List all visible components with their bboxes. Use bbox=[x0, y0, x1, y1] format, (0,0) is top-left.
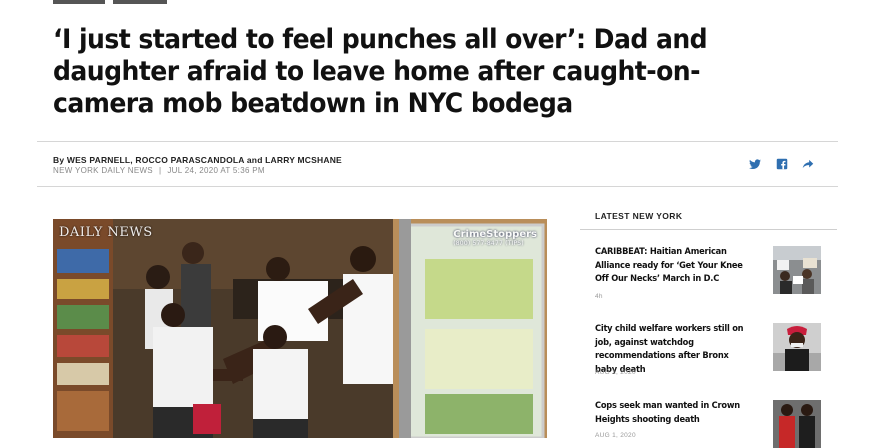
suspect-photo-thumbnail bbox=[773, 400, 821, 448]
story-thumbnail[interactable] bbox=[773, 400, 821, 448]
crimestoppers-label: CrimeStoppers bbox=[453, 229, 537, 240]
daily-news-watermark: DAILY NEWS bbox=[59, 225, 153, 240]
sidebar-title: LATEST NEW YORK bbox=[595, 211, 683, 221]
article-meta: NEW YORK DAILY NEWS | JUL 24, 2020 AT 5:36… bbox=[53, 166, 265, 175]
share-button[interactable] bbox=[801, 157, 817, 173]
story-thumbnail[interactable] bbox=[773, 323, 821, 371]
protester-photo-thumbnail bbox=[773, 323, 821, 371]
facebook-share-button[interactable] bbox=[775, 157, 791, 173]
story-thumbnail[interactable] bbox=[773, 246, 821, 294]
sidebar-story[interactable]: CARIBBEAT: Haitian American Alliance rea… bbox=[595, 246, 839, 306]
article-headline: ‘I just started to feel punches all over… bbox=[53, 24, 708, 119]
byline-prefix: By bbox=[53, 155, 65, 165]
sidebar-story[interactable]: Cops seek man wanted in Crown Heights sh… bbox=[595, 400, 839, 448]
publication-name: NEW YORK DAILY NEWS bbox=[53, 166, 153, 175]
facebook-icon bbox=[776, 158, 788, 170]
crimestoppers-logo: CrimeStoppers (800) 577-8477 (TIPS) bbox=[453, 229, 537, 247]
byline-and: and bbox=[246, 155, 263, 165]
article-hero-image[interactable]: DAILY NEWS CrimeStoppers (800) 577-8477 … bbox=[53, 219, 547, 438]
story-date: AUG 1, 2020 bbox=[595, 369, 636, 376]
crimestoppers-phone: (800) 577-8477 (TIPS) bbox=[453, 240, 524, 247]
top-nav-tab[interactable] bbox=[113, 0, 167, 4]
publish-date: JUL 24, 2020 AT 5:36 PM bbox=[167, 166, 265, 175]
divider bbox=[37, 141, 838, 142]
bodega-fight-video-still bbox=[53, 219, 547, 438]
story-headline-link[interactable]: Cops seek man wanted in Crown Heights sh… bbox=[595, 400, 750, 427]
author-link[interactable]: WES PARNELL bbox=[67, 155, 130, 165]
byline: By WES PARNELL, ROCCO PARASCANDOLA and L… bbox=[53, 155, 342, 165]
sidebar-divider bbox=[580, 229, 837, 230]
twitter-icon bbox=[749, 159, 761, 170]
march-photo-thumbnail bbox=[773, 246, 821, 294]
twitter-share-button[interactable] bbox=[748, 157, 764, 173]
story-date: 4h bbox=[595, 293, 603, 300]
author-link[interactable]: ROCCO PARASCANDOLA bbox=[135, 155, 244, 165]
story-headline-link[interactable]: CARIBBEAT: Haitian American Alliance rea… bbox=[595, 246, 750, 287]
meta-separator: | bbox=[158, 166, 162, 175]
sidebar-story[interactable]: City child welfare workers still on job,… bbox=[595, 323, 839, 383]
divider bbox=[37, 186, 838, 187]
top-nav-tab[interactable] bbox=[53, 0, 105, 4]
share-arrow-icon bbox=[802, 159, 814, 169]
author-link[interactable]: LARRY MCSHANE bbox=[265, 155, 342, 165]
